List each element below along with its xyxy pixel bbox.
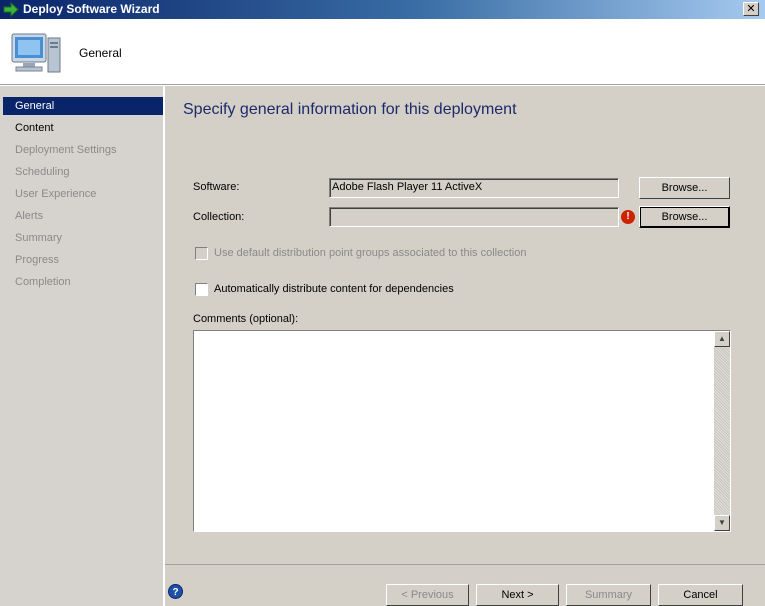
comments-scrollbar[interactable]: ▲ ▼ bbox=[714, 331, 730, 531]
default-dp-groups-checkbox bbox=[195, 247, 208, 260]
software-browse-button[interactable]: Browse... bbox=[639, 177, 730, 199]
green-arrow-icon bbox=[3, 2, 19, 17]
comments-label: Comments (optional): bbox=[193, 313, 299, 325]
sidebar-item-progress: Progress bbox=[15, 254, 60, 266]
collection-field[interactable] bbox=[329, 207, 619, 227]
sidebar-item-user-experience: User Experience bbox=[15, 188, 97, 200]
title-bar: Deploy Software Wizard ✕ bbox=[0, 0, 765, 19]
software-label: Software: bbox=[193, 181, 240, 193]
error-icon: ! bbox=[621, 210, 635, 224]
collection-browse-button[interactable]: Browse... bbox=[639, 206, 730, 228]
main-panel: Specify general information for this dep… bbox=[165, 86, 765, 606]
sidebar-item-content[interactable]: Content bbox=[3, 119, 163, 137]
sidebar-item-alerts: Alerts bbox=[15, 210, 44, 222]
wizard-steps-sidebar: General Content Deployment Settings Sche… bbox=[0, 86, 164, 606]
sidebar-item-general[interactable]: General bbox=[3, 97, 163, 115]
sidebar-item-scheduling: Scheduling bbox=[15, 166, 70, 178]
close-button[interactable]: ✕ bbox=[743, 2, 759, 16]
close-icon: ✕ bbox=[746, 3, 756, 15]
collection-label: Collection: bbox=[193, 211, 245, 223]
summary-button: Summary bbox=[566, 584, 651, 606]
next-button[interactable]: Next > bbox=[476, 584, 559, 606]
footer-divider bbox=[165, 564, 765, 565]
header-title: General bbox=[79, 46, 122, 60]
wizard-header: General bbox=[0, 19, 765, 85]
software-field[interactable]: Adobe Flash Player 11 ActiveX bbox=[329, 178, 619, 198]
auto-distribute-checkbox[interactable] bbox=[195, 283, 208, 296]
scroll-up-icon[interactable]: ▲ bbox=[714, 331, 730, 347]
cancel-button[interactable]: Cancel bbox=[658, 584, 743, 606]
help-icon[interactable]: ? bbox=[168, 584, 183, 599]
sidebar-item-deployment-settings: Deployment Settings bbox=[15, 144, 117, 156]
scroll-down-icon[interactable]: ▼ bbox=[714, 515, 730, 531]
computer-icon bbox=[11, 33, 61, 73]
window-title: Deploy Software Wizard bbox=[23, 2, 160, 16]
sidebar-item-summary: Summary bbox=[15, 232, 63, 244]
comments-textarea[interactable]: ▲ ▼ bbox=[193, 330, 731, 532]
page-heading: Specify general information for this dep… bbox=[183, 101, 517, 118]
sidebar-item-completion: Completion bbox=[15, 276, 71, 288]
auto-distribute-label[interactable]: Automatically distribute content for dep… bbox=[214, 283, 454, 295]
default-dp-groups-label: Use default distribution point groups as… bbox=[214, 247, 527, 259]
previous-button: < Previous bbox=[386, 584, 469, 606]
